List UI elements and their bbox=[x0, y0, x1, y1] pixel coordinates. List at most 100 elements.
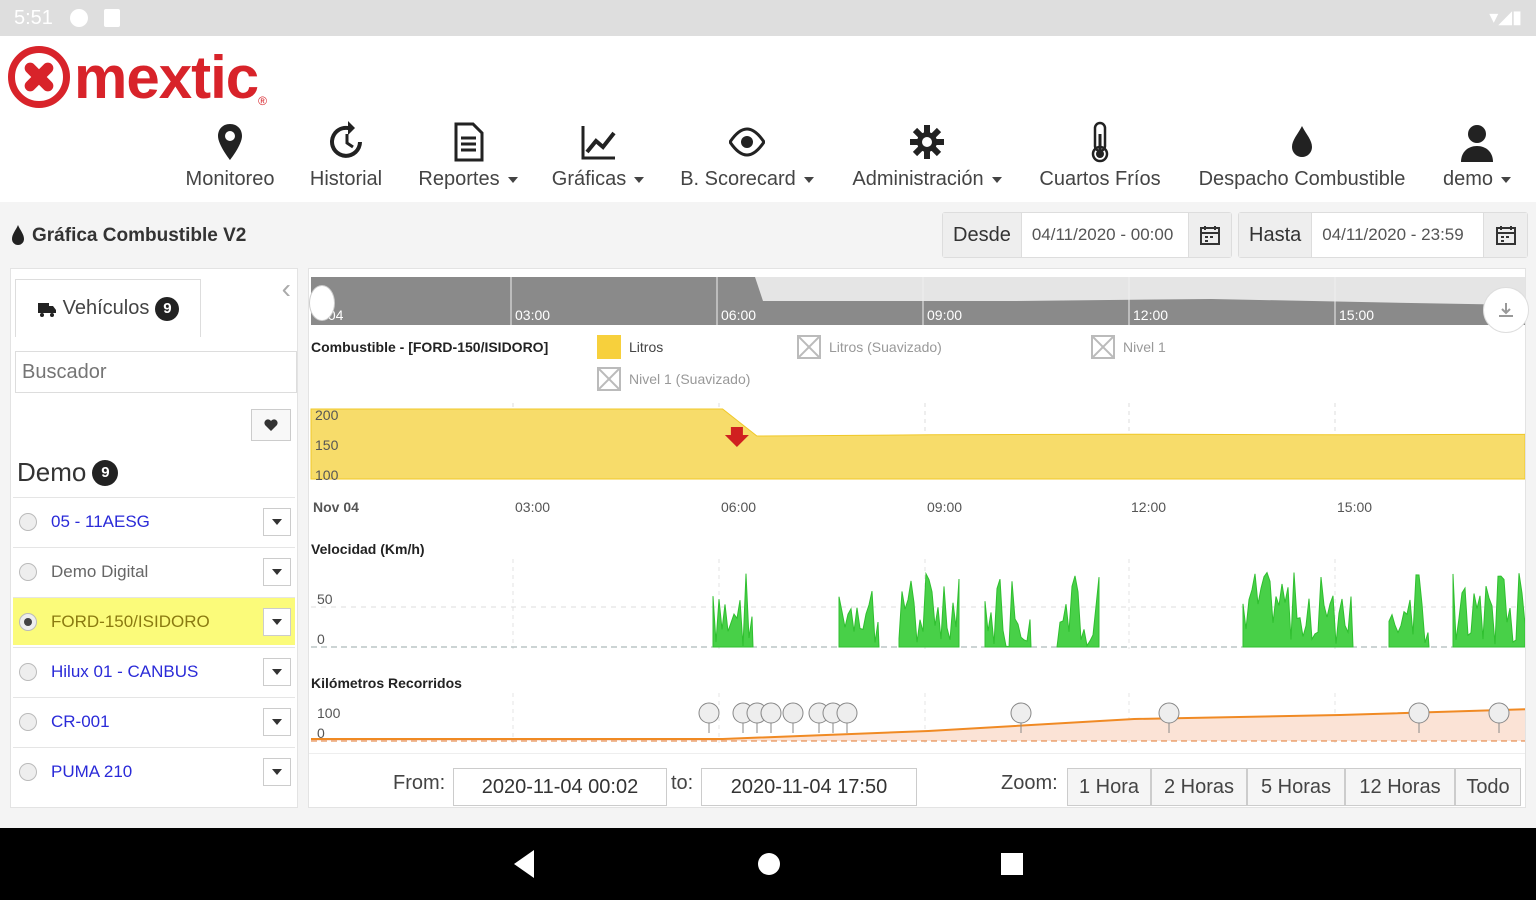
fuel-x-tick: 15:00 bbox=[1337, 499, 1373, 515]
fuel-y-tick: 150 bbox=[315, 437, 339, 453]
menu-cuartos-frios[interactable]: Cuartos Fríos bbox=[1034, 114, 1166, 200]
vehicle-dropdown-button[interactable] bbox=[263, 657, 291, 686]
vehicle-dropdown-button[interactable] bbox=[263, 757, 291, 786]
app-header: mextic ® Monitoreo Historial Reportes Gr… bbox=[0, 36, 1536, 202]
zoom-2h-button[interactable]: 2 Horas bbox=[1151, 768, 1247, 806]
km-y-tick: 0 bbox=[317, 725, 325, 741]
navigator-label: 15:00 bbox=[1339, 307, 1375, 323]
to-input[interactable]: 2020-11-04 17:50 bbox=[701, 768, 917, 806]
tab-vehiculos[interactable]: Vehículos 9 bbox=[15, 279, 201, 337]
collapse-sidebar-icon[interactable]: ‹ bbox=[282, 273, 291, 305]
menu-label: B. Scorecard bbox=[680, 168, 796, 190]
menu-scorecard[interactable]: B. Scorecard bbox=[674, 114, 820, 200]
menu-monitoreo[interactable]: Monitoreo bbox=[180, 114, 280, 200]
legend-hidden-icon bbox=[797, 335, 821, 359]
notification-icon bbox=[70, 9, 88, 27]
vehicle-radio[interactable] bbox=[19, 712, 37, 731]
navigator-label: 09:00 bbox=[927, 307, 963, 323]
menu-reportes[interactable]: Reportes bbox=[412, 114, 524, 200]
vehicle-radio[interactable] bbox=[19, 662, 37, 681]
chevron-down-icon bbox=[634, 176, 645, 183]
brand-logo[interactable]: mextic ® bbox=[8, 42, 267, 112]
km-plot-area bbox=[311, 693, 1525, 743]
vehicle-radio[interactable] bbox=[19, 512, 37, 531]
speed-series-segment bbox=[1452, 573, 1525, 648]
menu-historial[interactable]: Historial bbox=[302, 114, 390, 200]
filter-button[interactable] bbox=[251, 409, 291, 441]
vehicle-search-input[interactable] bbox=[15, 351, 297, 393]
recents-icon[interactable] bbox=[998, 848, 1026, 880]
event-flag-marker bbox=[698, 702, 720, 724]
menu-label: Reportes bbox=[418, 168, 500, 190]
truck-icon bbox=[37, 302, 56, 317]
desde-input[interactable]: 04/11/2020 - 00:00 bbox=[1022, 213, 1190, 257]
vehicle-row[interactable]: CR-001 bbox=[13, 697, 295, 745]
status-time: 5:51 bbox=[14, 7, 53, 29]
battery-signal-icon: ▾◢▮ bbox=[1489, 7, 1522, 27]
menu-graficas[interactable]: Gráficas bbox=[546, 114, 650, 200]
legend-item[interactable]: Nivel 1 bbox=[1091, 335, 1166, 359]
back-icon[interactable] bbox=[510, 848, 538, 880]
legend-item[interactable]: Litros bbox=[597, 335, 663, 359]
map-pin-icon bbox=[218, 124, 242, 160]
vehicle-name: PUMA 210 bbox=[51, 761, 133, 781]
vehicle-dropdown-button[interactable] bbox=[263, 557, 291, 586]
menu-administracion[interactable]: Administración bbox=[842, 114, 1012, 200]
speed-plot-area bbox=[311, 559, 1525, 649]
vehicle-radio[interactable] bbox=[19, 762, 37, 781]
zoom-all-button[interactable]: Todo bbox=[1455, 768, 1521, 806]
navigator-label: 12:00 bbox=[1133, 307, 1169, 323]
vehicle-row[interactable]: Demo Digital bbox=[13, 547, 295, 595]
menu-label: Historial bbox=[309, 168, 383, 190]
chevron-down-icon bbox=[507, 176, 518, 183]
speed-y-tick: 0 bbox=[317, 631, 325, 647]
calendar-icon[interactable] bbox=[1484, 213, 1527, 257]
home-icon[interactable] bbox=[754, 848, 784, 880]
navigator-label: 03:00 bbox=[515, 307, 551, 323]
speed-series-segment bbox=[898, 571, 960, 648]
speed-series-segment bbox=[838, 590, 880, 648]
page-header: Gráfica Combustible V2 Desde 04/11/2020 … bbox=[0, 202, 1536, 266]
km-y-tick: 100 bbox=[317, 705, 341, 721]
zoom-5h-button[interactable]: 5 Horas bbox=[1247, 768, 1345, 806]
navigator-left-handle[interactable] bbox=[309, 285, 335, 321]
vehicle-row[interactable]: 05 - 11AESG bbox=[13, 497, 295, 545]
vehicle-radio[interactable] bbox=[19, 562, 37, 581]
menu-label: Despacho Combustible bbox=[1198, 168, 1406, 190]
legend-label: Nivel 1 (Suavizado) bbox=[629, 371, 751, 387]
zoom-12h-button[interactable]: 12 Horas bbox=[1345, 768, 1455, 806]
fuel-x-tick: 06:00 bbox=[721, 499, 757, 515]
chevron-down-icon bbox=[991, 176, 1002, 183]
vehicle-row-selected[interactable]: FORD-150/ISIDORO bbox=[13, 597, 295, 645]
legend-item[interactable]: Litros (Suavizado) bbox=[797, 335, 942, 359]
legend-item[interactable]: Nivel 1 (Suavizado) bbox=[597, 367, 750, 391]
menu-user[interactable]: demo bbox=[1436, 114, 1518, 200]
vehicle-dropdown-button[interactable] bbox=[263, 507, 291, 536]
navigator-label: 06:00 bbox=[721, 307, 757, 323]
event-flag-marker bbox=[1408, 702, 1430, 724]
chart-panel: v 04 03:00 06:00 09:00 12:00 15:00 Combu… bbox=[308, 268, 1529, 808]
vehicle-radio[interactable] bbox=[19, 612, 37, 631]
heart-icon bbox=[264, 419, 278, 431]
vehicle-dropdown-button[interactable] bbox=[263, 707, 291, 736]
history-icon bbox=[330, 121, 362, 158]
vehicle-dropdown-button[interactable] bbox=[263, 607, 291, 636]
legend-swatch bbox=[597, 335, 621, 359]
download-icon[interactable] bbox=[1483, 287, 1529, 333]
speed-series-segment bbox=[984, 579, 1032, 648]
km-area-fill bbox=[311, 709, 1525, 741]
group-header[interactable]: Demo 9 bbox=[17, 457, 119, 488]
chart-navigator[interactable]: v 04 03:00 06:00 09:00 12:00 15:00 bbox=[309, 277, 1529, 333]
hasta-input[interactable]: 04/11/2020 - 23:59 bbox=[1312, 213, 1485, 257]
menu-despacho-combustible[interactable]: Despacho Combustible bbox=[1190, 114, 1414, 200]
zoom-1h-button[interactable]: 1 Hora bbox=[1067, 768, 1151, 806]
thermometer-icon bbox=[1091, 121, 1109, 163]
from-input[interactable]: 2020-11-04 00:02 bbox=[453, 768, 667, 806]
vehicle-row[interactable]: PUMA 210 bbox=[13, 747, 295, 795]
document-icon bbox=[454, 122, 484, 162]
calendar-icon[interactable] bbox=[1189, 213, 1231, 257]
user-icon bbox=[1461, 125, 1493, 162]
fuel-area-series bbox=[310, 408, 1525, 480]
vehicle-row[interactable]: Hilux 01 - CANBUS bbox=[13, 647, 295, 695]
speed-series-segment bbox=[1388, 574, 1430, 648]
